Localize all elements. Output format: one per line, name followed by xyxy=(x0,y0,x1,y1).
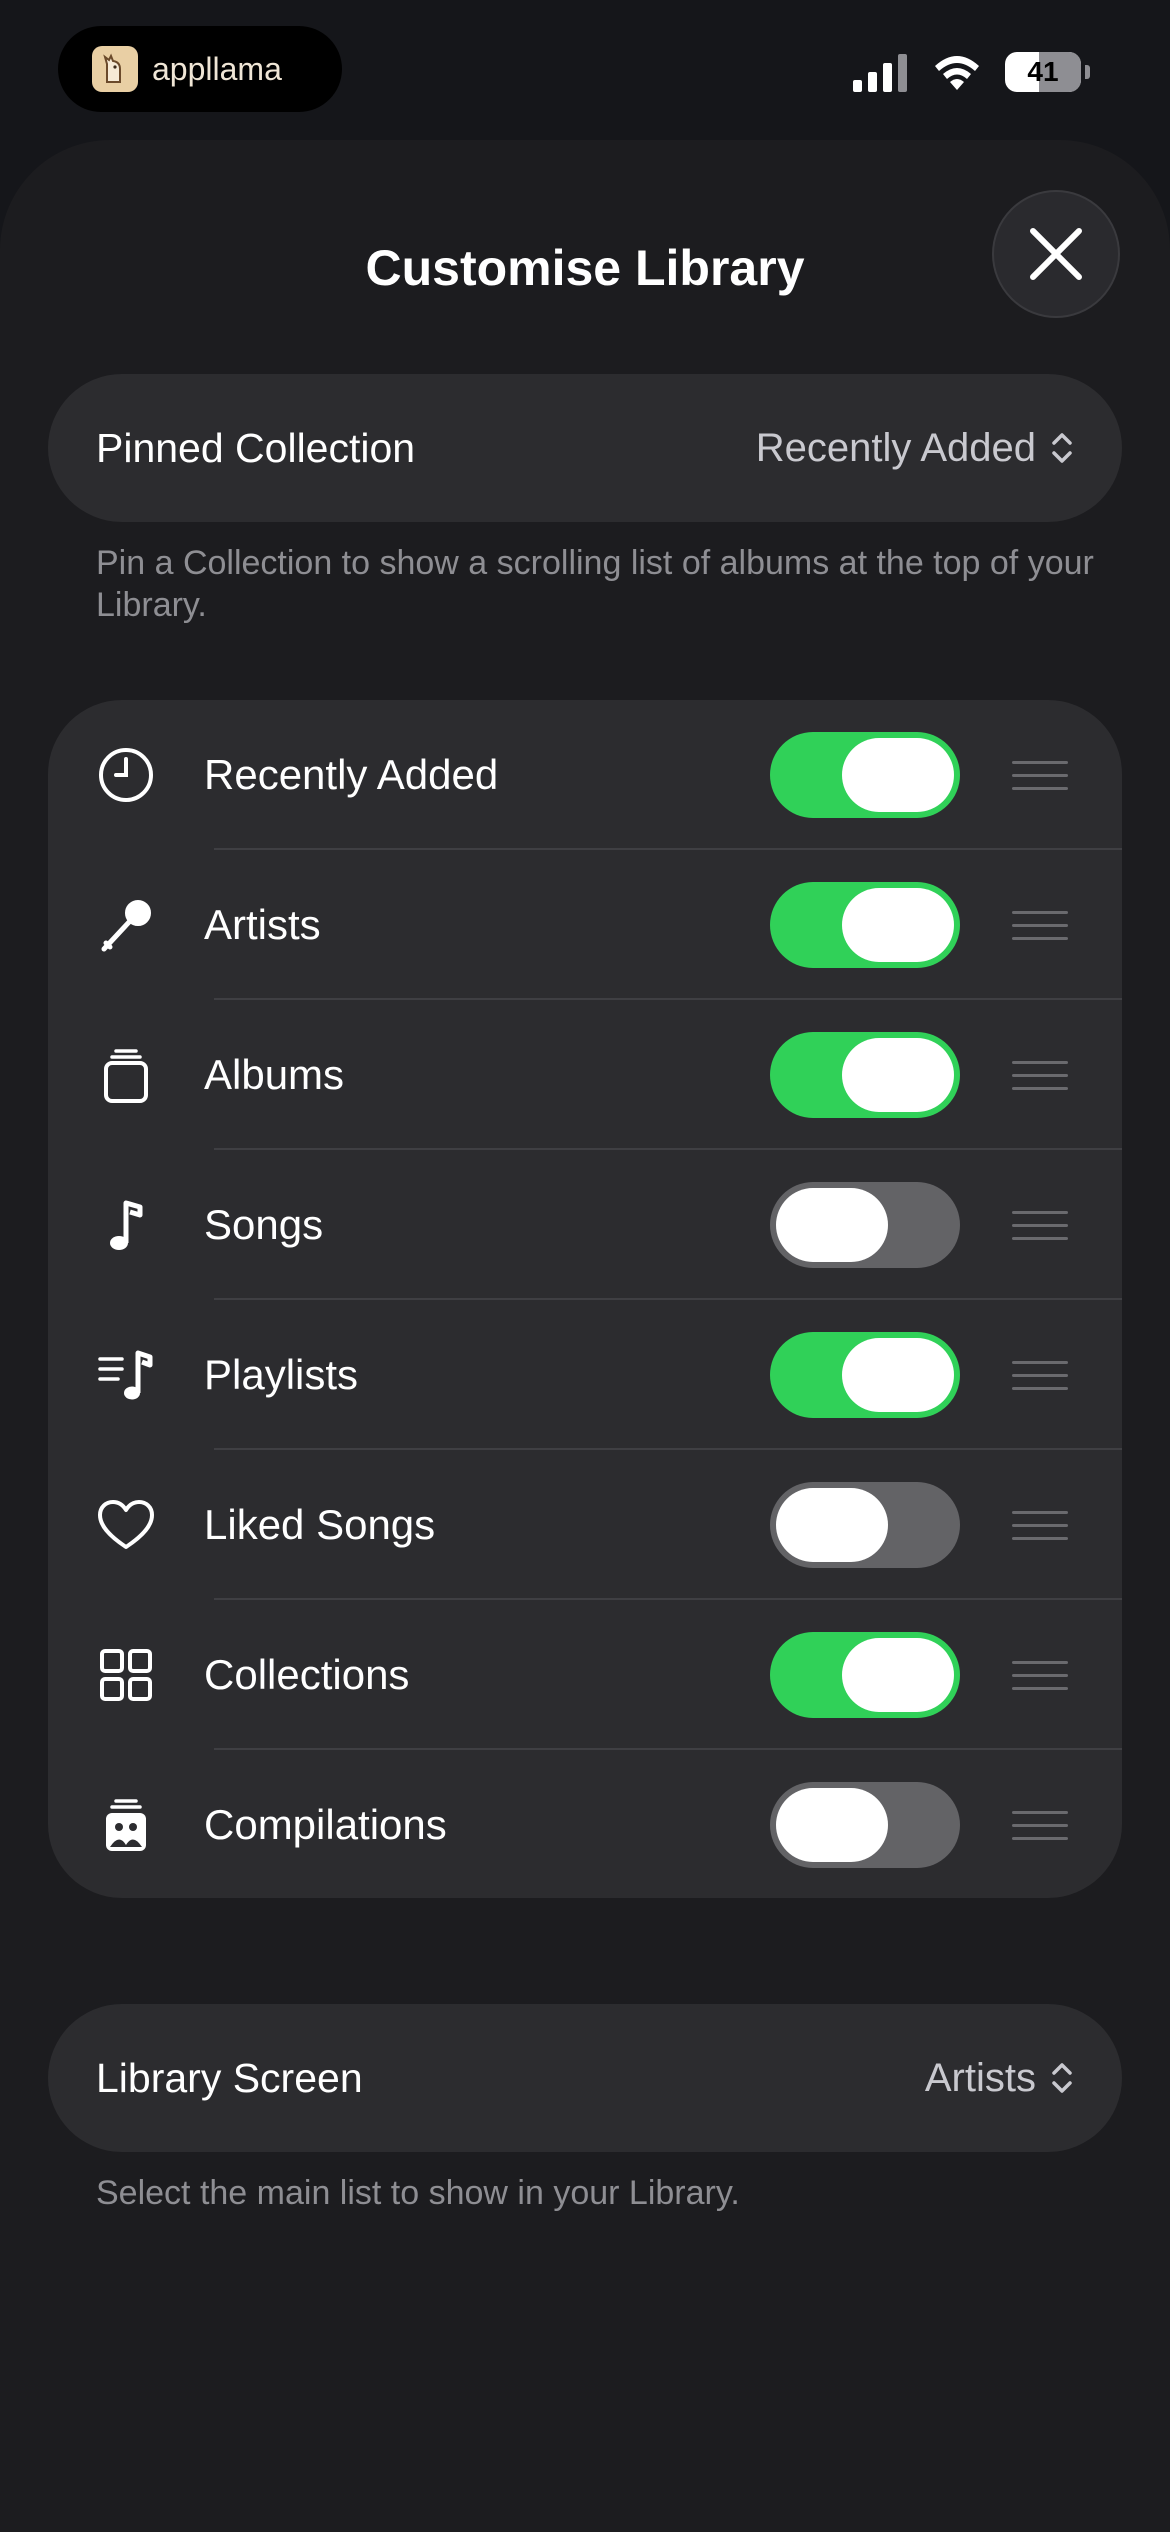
compilation-icon xyxy=(106,1799,146,1851)
customise-library-sheet: Customise Library Pinned Collection Rece… xyxy=(0,140,1170,2532)
toggle-knob xyxy=(842,1638,954,1712)
cellular-signal-icon xyxy=(853,54,907,92)
toggle-knob xyxy=(776,1788,888,1862)
list-item-liked-songs[interactable]: Liked Songs xyxy=(48,1450,1122,1600)
toggle-compilations[interactable] xyxy=(770,1782,960,1868)
reorder-handle-icon[interactable] xyxy=(1012,1660,1068,1690)
grid-icon xyxy=(100,1649,152,1701)
reorder-handle-icon[interactable] xyxy=(1012,1060,1068,1090)
wifi-icon xyxy=(935,56,979,90)
list-item-recently-added[interactable]: Recently Added xyxy=(48,700,1122,850)
heart-icon xyxy=(98,1500,154,1549)
close-icon xyxy=(1030,228,1082,280)
toggle-playlists[interactable] xyxy=(770,1332,960,1418)
toggle-artists[interactable] xyxy=(770,882,960,968)
library-sections-list: Recently Added Artists Albums Songs Play… xyxy=(48,700,1122,1898)
pinned-collection-value[interactable]: Recently Added xyxy=(756,426,1074,471)
battery-level: 41 xyxy=(1027,56,1059,87)
list-item-playlists[interactable]: Playlists xyxy=(48,1300,1122,1450)
battery-tip xyxy=(1085,65,1090,79)
library-screen-label: Library Screen xyxy=(96,2054,363,2101)
list-item-songs[interactable]: Songs xyxy=(48,1150,1122,1300)
toggle-recently-added[interactable] xyxy=(770,732,960,818)
toggle-albums[interactable] xyxy=(770,1032,960,1118)
item-label: Songs xyxy=(204,1201,324,1248)
list-item-albums[interactable]: Albums xyxy=(48,1000,1122,1150)
toggle-collections[interactable] xyxy=(770,1632,960,1718)
item-label: Liked Songs xyxy=(204,1501,436,1548)
reorder-handle-icon[interactable] xyxy=(1012,1810,1068,1840)
reorder-handle-icon[interactable] xyxy=(1012,1210,1068,1240)
list-item-compilations[interactable]: Compilations xyxy=(48,1750,1122,1898)
llama-logo-icon xyxy=(92,46,138,92)
pinned-collection-label: Pinned Collection xyxy=(96,424,416,471)
item-label: Collections xyxy=(204,1651,410,1698)
item-label: Albums xyxy=(204,1051,345,1098)
chevron-up-down-icon xyxy=(1052,2063,1072,2093)
toggle-knob xyxy=(776,1188,888,1262)
toggle-knob xyxy=(842,888,954,962)
close-button[interactable] xyxy=(992,190,1120,318)
app-brand-name: appllama xyxy=(152,50,282,87)
toggle-songs[interactable] xyxy=(770,1182,960,1268)
playlist-icon xyxy=(98,1350,153,1400)
pinned-collection-row[interactable]: Pinned Collection Recently Added xyxy=(48,374,1122,522)
list-item-artists[interactable]: Artists xyxy=(48,850,1122,1000)
item-label: Compilations xyxy=(204,1801,447,1848)
reorder-handle-icon[interactable] xyxy=(1012,1510,1068,1540)
toggle-knob xyxy=(776,1488,888,1562)
item-label: Artists xyxy=(204,901,321,948)
status-icons: 41 xyxy=(853,52,1090,92)
reorder-handle-icon[interactable] xyxy=(1012,1360,1068,1390)
reorder-handle-icon[interactable] xyxy=(1012,910,1068,940)
pinned-collection-note: Pin a Collection to show a scrolling lis… xyxy=(96,544,1094,624)
app-pill[interactable]: appllama xyxy=(58,26,342,112)
item-label: Recently Added xyxy=(204,751,499,798)
toggle-knob xyxy=(842,1038,954,1112)
list-item-collections[interactable]: Collections xyxy=(48,1600,1122,1750)
toggle-knob xyxy=(842,738,954,812)
battery-indicator: 41 xyxy=(1005,52,1081,92)
microphone-icon xyxy=(101,900,151,952)
album-stack-icon xyxy=(104,1049,148,1103)
library-screen-note: Select the main list to show in your Lib… xyxy=(96,2174,740,2212)
library-screen-selected: Artists xyxy=(924,2055,1036,2100)
toggle-liked-songs[interactable] xyxy=(770,1482,960,1568)
library-screen-row[interactable]: Library Screen Artists xyxy=(48,2004,1122,2152)
chevron-up-down-icon xyxy=(1052,433,1072,463)
clock-icon xyxy=(99,748,153,802)
reorder-handle-icon[interactable] xyxy=(1012,760,1068,790)
music-note-icon xyxy=(110,1200,143,1250)
item-label: Playlists xyxy=(204,1351,359,1398)
toggle-knob xyxy=(842,1338,954,1412)
library-screen-value[interactable]: Artists xyxy=(925,2056,1074,2101)
pinned-collection-selected: Recently Added xyxy=(755,425,1036,470)
